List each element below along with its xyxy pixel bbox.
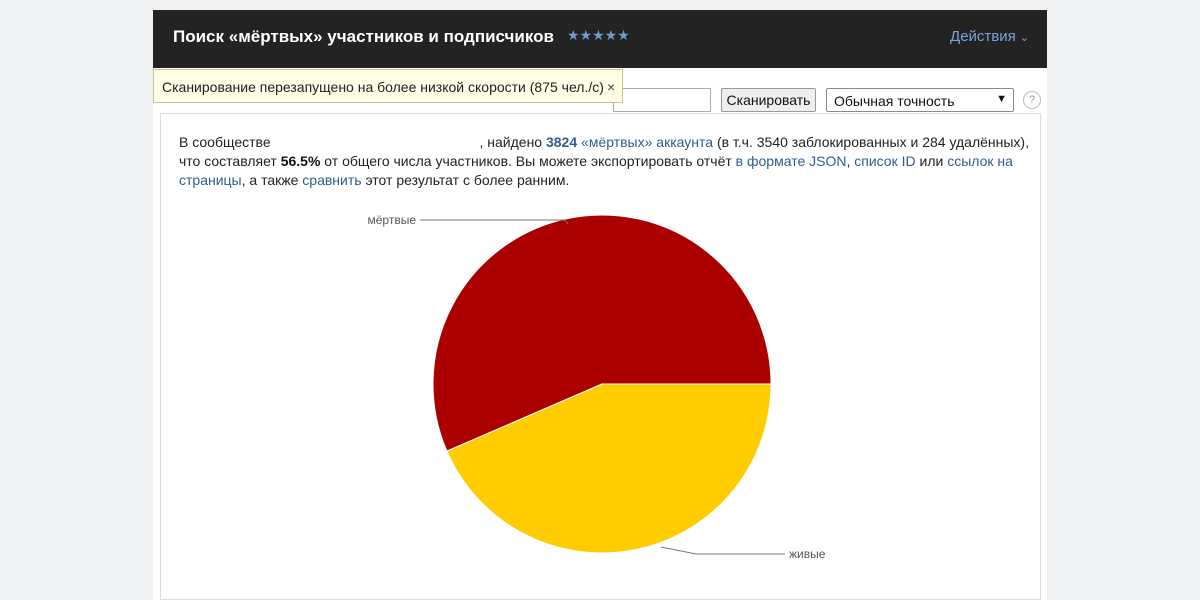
chevron-down-icon: ⌄	[1019, 32, 1029, 44]
close-icon[interactable]: ×	[607, 79, 615, 95]
scan-button[interactable]: Сканировать	[721, 88, 816, 112]
notification-toast: Сканирование перезапущено на более низко…	[153, 69, 623, 103]
pie-slice-dead-leader-line	[420, 219, 569, 225]
page-title: Поиск «мёртвых» участников и подписчиков	[173, 27, 554, 46]
precision-select[interactable]: Обычная точность ▼	[826, 88, 1014, 112]
toast-message: Сканирование перезапущено на более низко…	[162, 79, 604, 95]
pie-slice-alive-leader-line	[660, 546, 785, 555]
results-panel: В сообществе , найдено 3824 «мёртвых» ак…	[160, 113, 1041, 600]
actions-label: Действия	[950, 28, 1016, 45]
app-window: Поиск «мёртвых» участников и подписчиков…	[153, 10, 1047, 600]
community-input[interactable]	[613, 88, 711, 112]
pie-slice-alive-label: живые	[789, 547, 826, 561]
pie-slice-dead-label: мёртвые	[367, 213, 416, 227]
precision-selected-value: Обычная точность	[834, 93, 955, 109]
actions-menu[interactable]: Действия ⌄	[950, 28, 1029, 45]
help-icon[interactable]: ?	[1023, 91, 1041, 109]
pie-chart: мёртвые живые	[367, 213, 826, 561]
dropdown-arrow-icon: ▼	[996, 93, 1007, 105]
header-bar: Поиск «мёртвых» участников и подписчиков…	[153, 10, 1047, 68]
rating-stars: ★★★★★	[567, 27, 630, 43]
